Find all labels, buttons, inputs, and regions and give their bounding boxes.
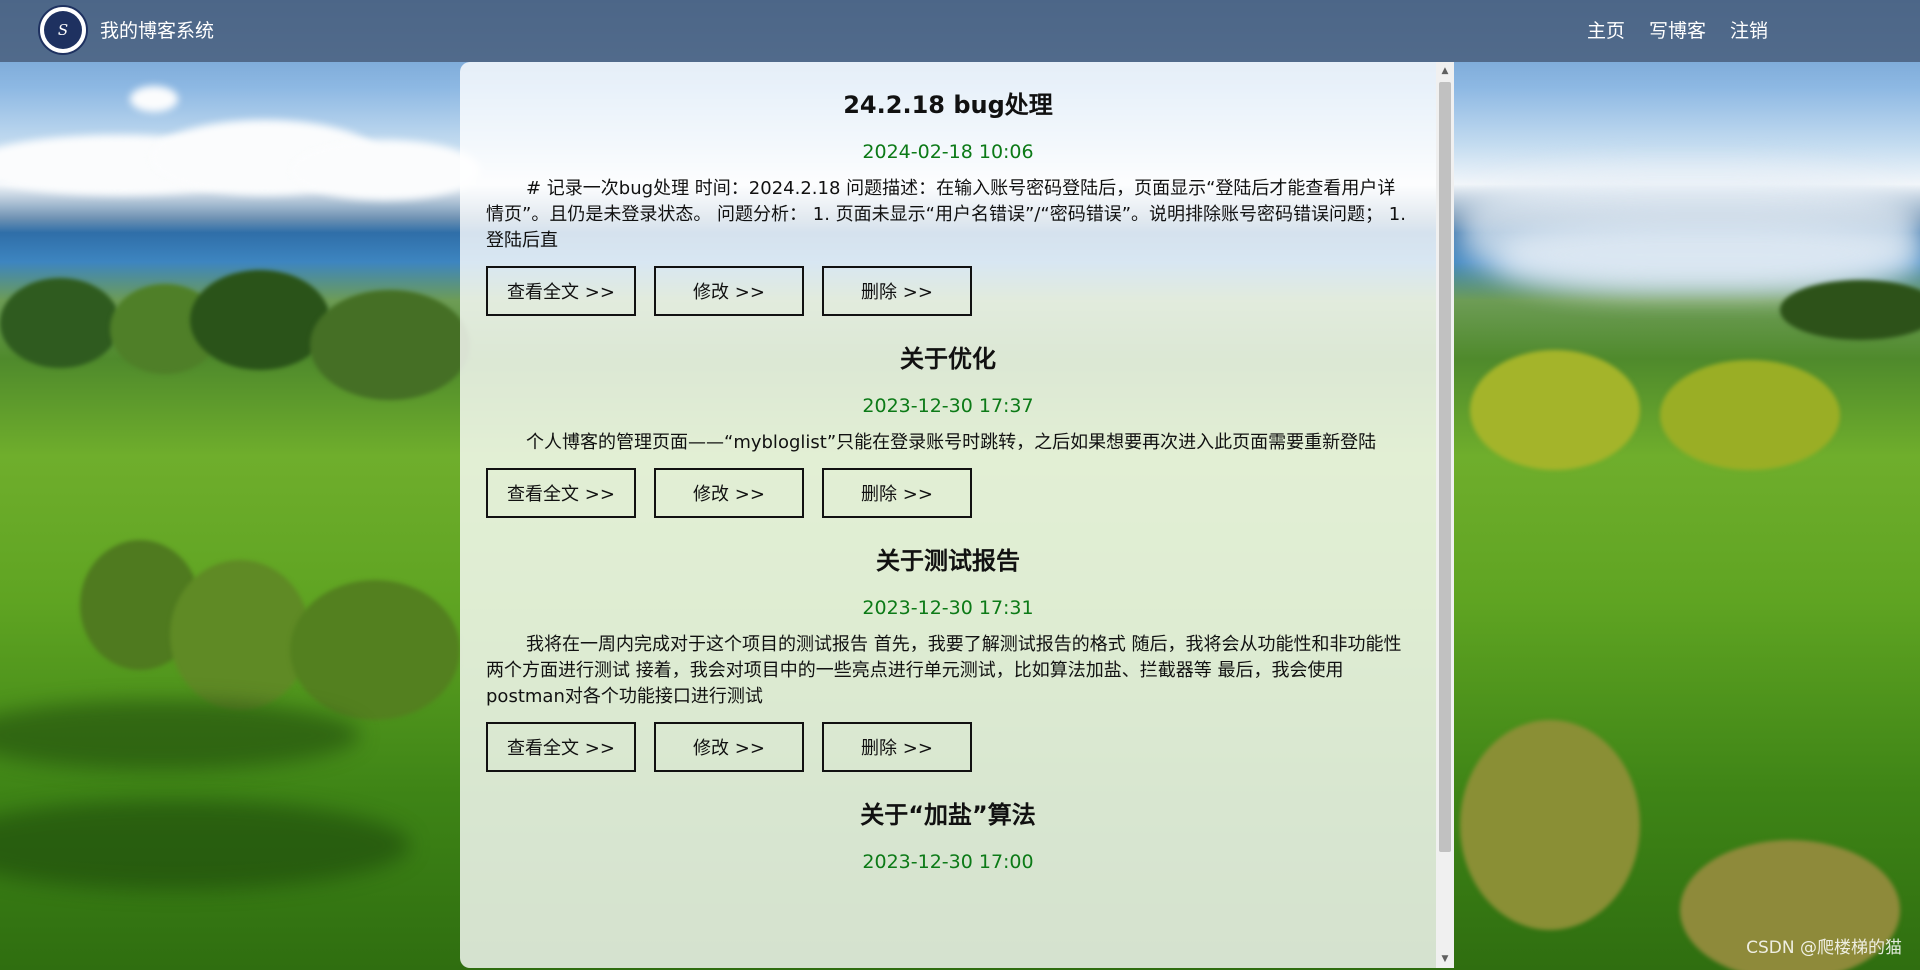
scroll-thumb[interactable] — [1439, 82, 1451, 852]
blog-list[interactable]: 24.2.18 bug处理 2024-02-18 10:06 # 记录一次bug… — [460, 62, 1436, 968]
delete-button[interactable]: 删除 >> — [822, 266, 972, 316]
blog-title: 24.2.18 bug处理 — [843, 91, 1053, 119]
blog-item: 关于测试报告 2023-12-30 17:31 我将在一周内完成对于这个项目的测… — [460, 518, 1436, 772]
blog-item: 关于“加盐”算法 2023-12-30 17:00 — [460, 772, 1436, 874]
view-full-button[interactable]: 查看全文 >> — [486, 722, 636, 772]
view-full-button[interactable]: 查看全文 >> — [486, 266, 636, 316]
blog-date: 2023-12-30 17:31 — [862, 597, 1034, 619]
blog-actions: 查看全文 >> 修改 >> 删除 >> — [486, 468, 1410, 518]
blog-actions: 查看全文 >> 修改 >> 删除 >> — [486, 266, 1410, 316]
blog-title: 关于测试报告 — [876, 547, 1020, 575]
blog-summary: 个人博客的管理页面——“mybloglist”只能在登录账号时跳转，之后如果想要… — [526, 432, 1377, 453]
blog-item: 24.2.18 bug处理 2024-02-18 10:06 # 记录一次bug… — [460, 62, 1436, 316]
logo-emblem-icon: S — [44, 11, 82, 49]
scroll-down-arrow-icon[interactable]: ▼ — [1436, 950, 1454, 968]
blog-summary: 我将在一周内完成对于这个项目的测试报告 首先，我要了解测试报告的格式 随后，我将… — [486, 634, 1402, 707]
blog-summary: # 记录一次bug处理 时间：2024.2.18 问题描述：在输入账号密码登陆后… — [486, 178, 1406, 251]
delete-button[interactable]: 删除 >> — [822, 722, 972, 772]
watermark: CSDN @爬楼梯的猫 — [1746, 938, 1902, 958]
edit-button[interactable]: 修改 >> — [654, 722, 804, 772]
top-navbar: S 我的博客系统 主页 写博客 注销 — [0, 0, 1920, 62]
edit-button[interactable]: 修改 >> — [654, 468, 804, 518]
blog-date: 2023-12-30 17:00 — [862, 851, 1034, 873]
blog-item: 关于优化 2023-12-30 17:37 个人博客的管理页面——“myblog… — [460, 316, 1436, 518]
nav-home-link[interactable]: 主页 — [1587, 0, 1625, 62]
nav-logout-link[interactable]: 注销 — [1730, 0, 1768, 62]
blog-list-panel: 24.2.18 bug处理 2024-02-18 10:06 # 记录一次bug… — [460, 62, 1454, 968]
delete-button[interactable]: 删除 >> — [822, 468, 972, 518]
site-title: 我的博客系统 — [100, 20, 215, 42]
nav-links: 主页 写博客 注销 — [1563, 0, 1768, 62]
blog-date: 2023-12-30 17:37 — [862, 395, 1034, 417]
view-full-button[interactable]: 查看全文 >> — [486, 468, 636, 518]
blog-title: 关于优化 — [900, 345, 996, 373]
scroll-up-arrow-icon[interactable]: ▲ — [1436, 62, 1454, 80]
nav-write-blog-link[interactable]: 写博客 — [1649, 0, 1706, 62]
edit-button[interactable]: 修改 >> — [654, 266, 804, 316]
blog-actions: 查看全文 >> 修改 >> 删除 >> — [486, 722, 1410, 772]
site-logo[interactable]: S — [38, 5, 88, 55]
vertical-scrollbar[interactable]: ▲ ▼ — [1436, 62, 1454, 968]
blog-title: 关于“加盐”算法 — [860, 801, 1036, 829]
blog-date: 2024-02-18 10:06 — [862, 141, 1034, 163]
